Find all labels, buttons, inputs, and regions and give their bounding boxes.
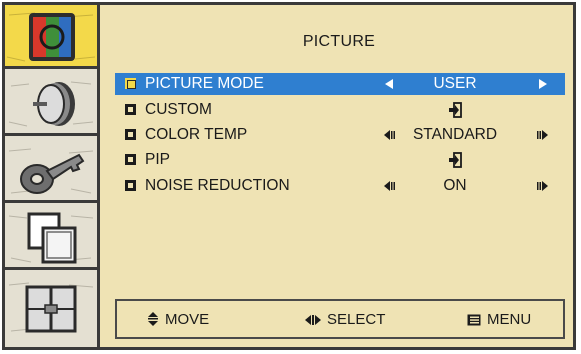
menu-item-picture-mode[interactable]: PICTURE MODE USER <box>115 73 565 95</box>
menu-item-label: COLOR TEMP <box>145 126 248 143</box>
menu-item-pip[interactable]: PIP <box>115 149 565 171</box>
menu-item-color-temp[interactable]: COLOR TEMP STANDARD <box>115 124 565 146</box>
sidebar-item-setup[interactable] <box>5 273 97 347</box>
sidebar-item-picture[interactable] <box>5 5 97 69</box>
osd-window: PICTURE PICTURE MODE USER CUSTOM COLOR T… <box>2 2 576 350</box>
menu-item-value: USER <box>433 75 477 92</box>
main-panel: PICTURE PICTURE MODE USER CUSTOM COLOR T… <box>105 9 573 345</box>
sidebar-item-pip[interactable] <box>5 206 97 270</box>
hint-select-label: SELECT <box>327 311 386 328</box>
select-leftright-icon <box>305 315 321 325</box>
bullet-icon <box>125 129 136 140</box>
arrow-left-icon[interactable] <box>383 180 395 192</box>
footer-hints: MOVE SELECT MENU <box>115 299 565 339</box>
sidebar-item-lock[interactable] <box>5 139 97 203</box>
setup-tab-icon <box>25 285 77 333</box>
sound-tab-icon <box>33 82 75 126</box>
enter-icon[interactable] <box>447 102 463 118</box>
menu-item-value: STANDARD <box>412 126 498 143</box>
hint-menu-label: MENU <box>487 311 532 328</box>
hint-menu: MENU <box>467 311 531 328</box>
menu-item-label: NOISE REDUCTION <box>145 177 290 194</box>
menu-item-label: CUSTOM <box>145 101 212 118</box>
arrow-right-icon[interactable] <box>537 129 549 141</box>
menu-icon <box>467 314 481 326</box>
page-title: PICTURE <box>302 33 376 50</box>
hint-move-label: MOVE <box>165 311 210 328</box>
hint-select: SELECT <box>305 311 385 328</box>
key-tab-icon <box>20 153 85 194</box>
menu-item-label: PICTURE MODE <box>145 75 264 92</box>
bullet-icon <box>125 78 136 89</box>
hint-move: MOVE <box>147 311 209 328</box>
picture-tab-icon <box>29 13 75 61</box>
menu-item-noise-reduction[interactable]: NOISE REDUCTION ON <box>115 175 565 197</box>
arrow-right-icon[interactable] <box>537 180 549 192</box>
move-updown-icon <box>148 312 158 326</box>
pip-tab-icon <box>27 212 77 264</box>
menu-item-label: PIP <box>145 151 170 168</box>
menu-item-value: ON <box>443 177 467 194</box>
menu-item-custom[interactable]: CUSTOM <box>115 99 565 121</box>
arrow-right-icon[interactable] <box>537 78 549 90</box>
enter-icon[interactable] <box>447 152 463 168</box>
bullet-icon <box>125 104 136 115</box>
bullet-icon <box>125 154 136 165</box>
arrow-left-icon[interactable] <box>383 129 395 141</box>
bullet-icon <box>125 180 136 191</box>
sidebar-item-sound[interactable] <box>5 72 97 136</box>
sidebar <box>5 5 100 347</box>
arrow-left-icon[interactable] <box>383 78 395 90</box>
